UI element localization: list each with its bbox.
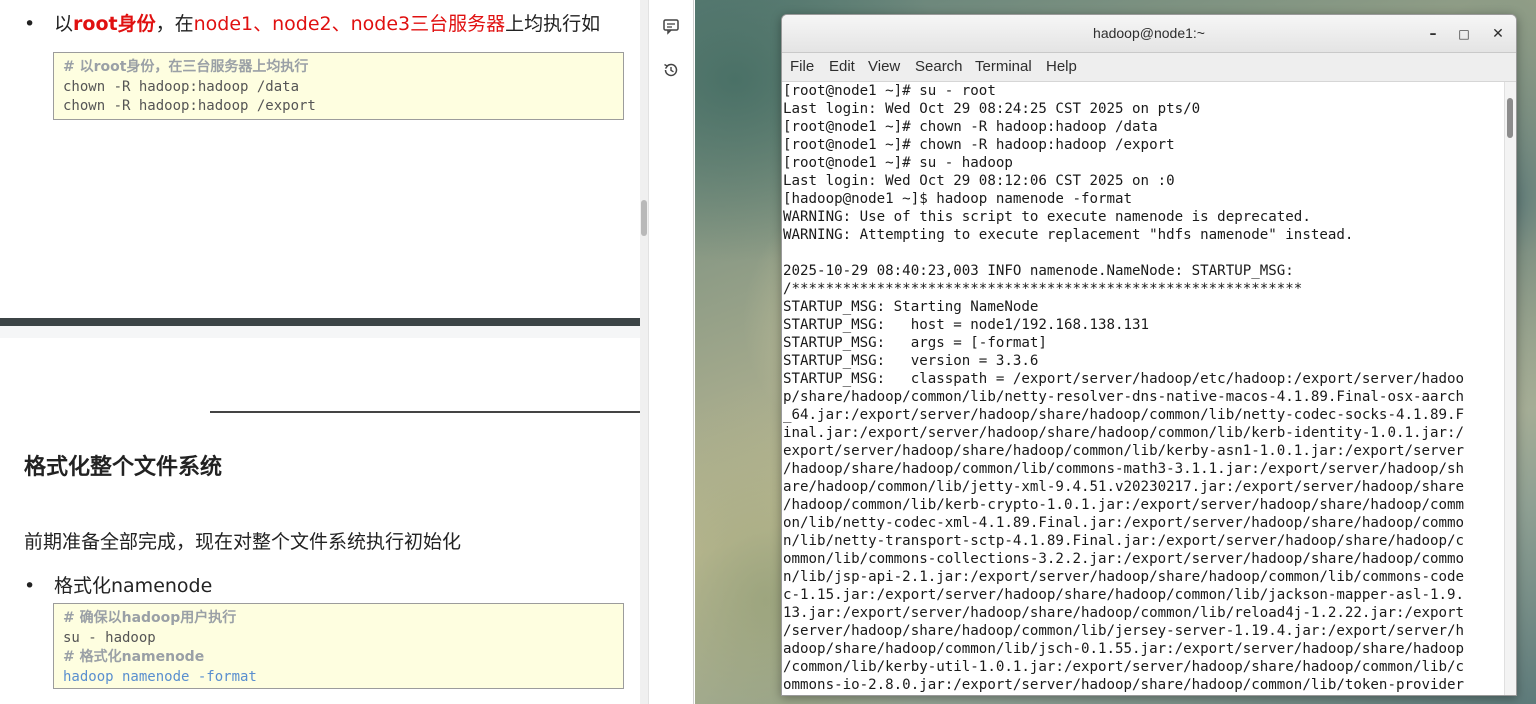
terminal-line: [hadoop@node1 ~]$ hadoop namenode -forma… [783, 191, 1133, 207]
code-block-chown[interactable]: # 以root身份，在三台服务器上均执行 chown -R hadoop:had… [53, 52, 624, 120]
terminal-line: Last login: Wed Oct 29 08:12:06 CST 2025… [783, 173, 1175, 189]
bullet-text-prefix: 以 [54, 13, 74, 35]
document-scrollbar[interactable] [640, 0, 648, 704]
section-heading: 格式化整个文件系统 [24, 455, 223, 480]
scrollbar-thumb[interactable] [641, 200, 647, 236]
terminal-window[interactable]: hadoop@node1:~ – □ ✕ File Edit View Sear… [781, 14, 1517, 696]
section-paragraph: 前期准备全部完成，现在对整个文件系统执行初始化 [24, 531, 462, 553]
terminal-titlebar[interactable]: hadoop@node1:~ – □ ✕ [782, 15, 1516, 53]
minimize-button[interactable]: – [1422, 23, 1444, 45]
terminal-line: STARTUP_MSG: classpath = /export/server/… [783, 371, 1465, 387]
terminal-line: export/server/hadoop/share/hadoop/common… [783, 443, 1465, 459]
terminal-line: WARNING: Use of this script to execute n… [783, 209, 1311, 225]
code-line: su - hadoop [63, 629, 156, 646]
bullet-text-suffix: 上均执行如 [505, 13, 601, 35]
terminal-line: 13.jar:/export/server/hadoop/share/hadoo… [783, 605, 1465, 621]
bullet-text-mid: ，在 [155, 13, 194, 35]
terminal-line: n/lib/jsp-api-2.1.jar:/export/server/had… [783, 569, 1465, 585]
terminal-line: Last login: Wed Oct 29 08:24:25 CST 2025… [783, 101, 1201, 117]
side-toolbar [648, 0, 694, 704]
terminal-line: STARTUP_MSG: args = [-format] [783, 335, 1047, 351]
comment-icon[interactable] [661, 16, 681, 36]
document-pane: • 以root身份，在node1、node2、node3三台服务器上均执行如 # … [0, 0, 640, 704]
code-line: chown -R hadoop:hadoop /data [63, 78, 300, 95]
bullet-text-nodes: node1、node2、node3三台服务器 [193, 13, 506, 35]
history-icon[interactable] [661, 60, 681, 80]
terminal-line: c-1.15.jar:/export/server/hadoop/share/h… [783, 587, 1465, 603]
terminal-line: n/lib/netty-transport-sctp-4.1.89.Final.… [783, 533, 1465, 549]
bullet-text-role: root身份 [73, 13, 156, 35]
terminal-line: [root@node1 ~]# chown -R hadoop:hadoop /… [783, 137, 1175, 153]
terminal-line: are/hadoop/common/lib/jetty-xml-9.4.51.v… [783, 479, 1465, 495]
terminal-line: ommon/lib/commons-collections-3.2.2.jar:… [783, 551, 1465, 567]
menu-view[interactable]: View [868, 58, 900, 75]
terminal-line: _64.jar:/export/server/hadoop/share/hado… [783, 407, 1465, 423]
code-line: chown -R hadoop:hadoop /export [63, 98, 316, 114]
terminal-line: inal.jar:/export/server/hadoop/share/had… [783, 425, 1465, 441]
close-button[interactable]: ✕ [1487, 23, 1509, 45]
terminal-line: adoop/share/hadoop/common/lib/jsch-0.1.5… [783, 641, 1465, 657]
terminal-line: /common/lib/kerby-util-1.0.1.jar:/export… [783, 659, 1465, 675]
terminal-line: 2025-10-29 08:40:23,003 INFO namenode.Na… [783, 263, 1294, 279]
bullet-dot: • [24, 575, 36, 597]
menu-file[interactable]: File [790, 58, 814, 75]
window-title: hadoop@node1:~ [1093, 25, 1205, 41]
menu-search[interactable]: Search [915, 58, 963, 75]
menu-help[interactable]: Help [1046, 58, 1077, 75]
bullet-dot: • [24, 13, 36, 35]
terminal-output[interactable]: [root@node1 ~]# su - root Last login: Wed… [782, 82, 1504, 695]
page-break [0, 318, 640, 326]
bullet-text: 格式化namenode [54, 575, 213, 597]
menu-edit[interactable]: Edit [829, 58, 855, 75]
bullet-format-namenode: • 格式化namenode [24, 571, 212, 598]
terminal-line: [root@node1 ~]# su - root [783, 83, 996, 99]
terminal-line: /***************************************… [783, 281, 1303, 297]
terminal-line: STARTUP_MSG: host = node1/192.168.138.13… [783, 317, 1150, 333]
bullet-root-step: • 以root身份，在node1、node2、node3三台服务器上均执行如 [24, 9, 600, 36]
code-comment: # 确保以hadoop用户执行 [63, 610, 237, 626]
code-line: hadoop namenode -format [63, 668, 257, 685]
terminal-scrollbar[interactable] [1504, 82, 1516, 695]
code-block-format[interactable]: # 确保以hadoop用户执行 su - hadoop # 格式化namenod… [53, 603, 624, 689]
terminal-line: [root@node1 ~]# su - hadoop [783, 155, 1013, 171]
terminal-line: /hadoop/common/lib/kerb-crypto-1.0.1.jar… [783, 497, 1465, 513]
page-gap [0, 326, 640, 338]
horizontal-rule [210, 411, 640, 413]
terminal-line: ommons-io-2.8.0.jar:/export/server/hadoo… [783, 677, 1465, 693]
terminal-line: STARTUP_MSG: version = 3.3.6 [783, 353, 1039, 369]
terminal-scrollbar-thumb[interactable] [1507, 98, 1513, 138]
terminal-menubar: File Edit View Search Terminal Help [782, 53, 1516, 82]
code-comment: # 以root身份，在三台服务器上均执行 [63, 59, 309, 75]
menu-terminal[interactable]: Terminal [975, 58, 1032, 75]
maximize-button[interactable]: □ [1453, 23, 1475, 45]
terminal-line: STARTUP_MSG: Starting NameNode [783, 299, 1039, 315]
terminal-line: WARNING: Attempting to execute replaceme… [783, 227, 1354, 243]
terminal-line: [root@node1 ~]# chown -R hadoop:hadoop /… [783, 119, 1158, 135]
terminal-line: p/share/hadoop/common/lib/netty-resolver… [783, 389, 1465, 405]
terminal-line: /hadoop/share/hadoop/common/lib/commons-… [783, 461, 1465, 477]
code-comment: # 格式化namenode [63, 649, 205, 665]
terminal-line: /server/hadoop/share/hadoop/common/lib/j… [783, 623, 1465, 639]
terminal-line: on/lib/netty-codec-xml-4.1.89.Final.jar:… [783, 515, 1465, 531]
